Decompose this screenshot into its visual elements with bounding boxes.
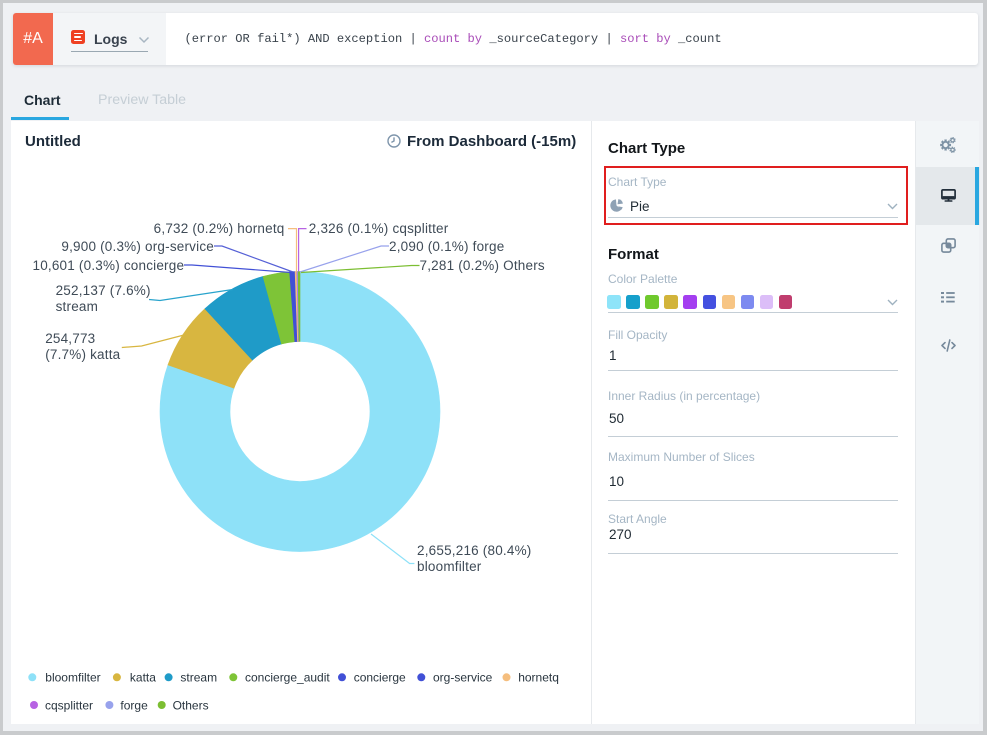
svg-text:252,137 (7.6%): 252,137 (7.6%) [56,283,151,298]
svg-text:katta: katta [130,671,156,685]
svg-text:concierge: concierge [354,671,406,685]
svg-text:7,281 (0.2%) Others: 7,281 (0.2%) Others [420,258,545,273]
svg-text:forge: forge [120,698,148,712]
svg-text:concierge_audit: concierge_audit [245,671,330,685]
svg-text:10,601 (0.3%) concierge: 10,601 (0.3%) concierge [32,258,184,273]
svg-text:2,326 (0.1%) cqsplitter: 2,326 (0.1%) cqsplitter [309,221,449,236]
svg-text:6,732 (0.2%) hornetq: 6,732 (0.2%) hornetq [154,221,285,236]
svg-text:bloomfilter: bloomfilter [45,671,100,685]
svg-text:bloomfilter: bloomfilter [417,559,482,574]
svg-text:254,773: 254,773 [45,331,95,346]
svg-text:cqsplitter: cqsplitter [45,698,93,712]
svg-text:2,090 (0.1%) forge: 2,090 (0.1%) forge [389,239,504,254]
svg-text:Others: Others [173,698,209,712]
svg-text:stream: stream [180,671,217,685]
svg-text:hornetq: hornetq [518,671,559,685]
svg-text:org-service: org-service [433,671,493,685]
svg-text:(7.7%) katta: (7.7%) katta [45,347,120,362]
svg-text:9,900 (0.3%) org-service: 9,900 (0.3%) org-service [61,239,214,254]
svg-text:2,655,216 (80.4%): 2,655,216 (80.4%) [417,543,531,558]
svg-text:stream: stream [56,299,98,314]
